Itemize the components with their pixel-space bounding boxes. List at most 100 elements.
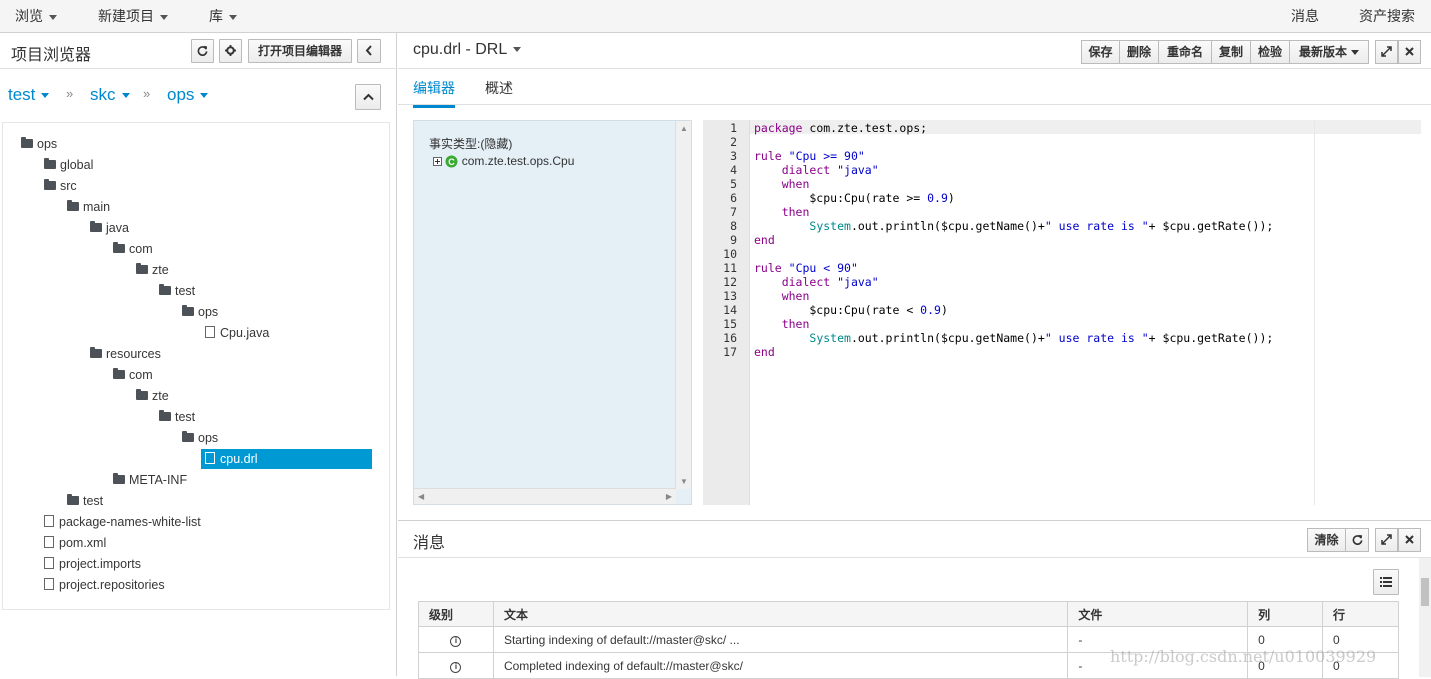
line-number: 8 (730, 219, 737, 233)
scroll-down-icon[interactable]: ▼ (680, 477, 688, 486)
line-number: 11 (723, 261, 737, 275)
tree-folder-item[interactable]: global (44, 155, 93, 175)
text-cell: Completed indexing of default://master@s… (492, 652, 1069, 679)
tree-folder-item[interactable]: test (159, 281, 195, 301)
breadcrumb-skc[interactable]: skc (90, 85, 130, 105)
column-picker-button[interactable] (1373, 569, 1399, 595)
column-header-line[interactable]: 行 (1322, 601, 1399, 627)
tree-file-item[interactable]: package-names-white-list (44, 512, 201, 532)
code-line[interactable]: $cpu:Cpu(rate < 0.9) (754, 303, 948, 317)
line-number: 10 (723, 247, 737, 261)
code-line[interactable]: then (754, 317, 810, 331)
code-line[interactable]: end (754, 345, 775, 359)
code-line[interactable]: rule "Cpu >= 90" (754, 149, 865, 163)
nav-messages[interactable]: 消息 (1291, 0, 1319, 32)
refresh-icon (197, 45, 208, 56)
vertical-scrollbar[interactable]: ▲ ▼ (675, 121, 691, 489)
level-cell: i (418, 626, 494, 653)
editor-title-label: cpu.drl - DRL (413, 41, 508, 58)
collapse-breadcrumb-button[interactable] (355, 84, 381, 110)
clear-button[interactable]: 清除 (1307, 528, 1346, 552)
nav-library[interactable]: 库 (209, 0, 237, 32)
panel-title: 项目浏览器 (11, 47, 92, 64)
tree-folder-item[interactable]: java (90, 218, 129, 238)
tree-item-label: com (129, 242, 153, 256)
tree-folder-item[interactable]: com (113, 239, 153, 259)
rename-button[interactable]: 重命名 (1159, 40, 1212, 64)
close-button[interactable] (1398, 40, 1421, 64)
refresh-button[interactable] (191, 39, 214, 63)
code-line[interactable]: rule "Cpu < 90" (754, 261, 858, 275)
settings-button[interactable] (219, 39, 242, 63)
tree-folder-item[interactable]: ops (21, 134, 57, 154)
code-editor[interactable]: 1 2 3 4 5 6 7 8 9 10 11 12 13 14 15 16 17 package com.zt… (703, 120, 1421, 505)
column-header-file[interactable]: 文件 (1067, 601, 1249, 627)
tree-folder-item[interactable]: main (67, 197, 110, 217)
maximize-button[interactable] (1375, 40, 1398, 64)
breadcrumb-ops[interactable]: ops (167, 85, 209, 105)
tree-item-label: ops (37, 137, 58, 151)
messages-scrollbar[interactable] (1419, 558, 1431, 677)
scroll-up-icon[interactable]: ▲ (680, 124, 688, 133)
open-project-editor-button[interactable]: 打开项目编辑器 (248, 39, 352, 63)
horizontal-scrollbar[interactable]: ◀ ▶ (414, 488, 676, 504)
tree-file-item[interactable]: project.repositories (44, 575, 165, 595)
code-line[interactable]: end (754, 233, 775, 247)
info-icon: i (450, 636, 462, 647)
fact-type-item[interactable]: C com.zte.test.ops.Cpu (433, 154, 574, 168)
scrollbar-thumb[interactable] (1421, 578, 1429, 606)
column-header-column[interactable]: 列 (1247, 601, 1324, 627)
tree-folder-item[interactable]: META-INF (113, 470, 187, 490)
file-icon (205, 326, 215, 338)
code-line[interactable]: package com.zte.test.ops; (754, 121, 927, 135)
tab-overview[interactable]: 概述 (485, 78, 513, 105)
close-messages-button[interactable] (1398, 528, 1421, 552)
code-line[interactable]: dialect "java" (754, 275, 879, 289)
code-line[interactable]: when (754, 177, 810, 191)
tree-file-item[interactable]: pom.xml (44, 533, 106, 553)
tree-file-item[interactable]: project.imports (44, 554, 141, 574)
tree-folder-item[interactable]: src (44, 176, 77, 196)
collapse-panel-button[interactable] (357, 39, 381, 63)
latest-version-dropdown[interactable]: 最新版本 (1290, 40, 1369, 64)
save-button[interactable]: 保存 (1081, 40, 1120, 64)
code-line[interactable]: $cpu:Cpu(rate >= 0.9) (754, 191, 954, 205)
tree-folder-item[interactable]: test (159, 407, 195, 427)
folder-icon (113, 242, 125, 253)
tree-file-item[interactable]: cpu.drl (201, 449, 372, 469)
tab-editor[interactable]: 编辑器 (413, 78, 455, 108)
breadcrumb-test[interactable]: test (8, 85, 50, 105)
scroll-right-icon[interactable]: ▶ (666, 492, 672, 501)
close-icon (1405, 535, 1414, 544)
code-line[interactable]: when (754, 289, 810, 303)
messages-header: 消息 清除 (398, 521, 1431, 558)
column-header-level[interactable]: 级别 (418, 601, 494, 627)
tree-folder-item[interactable]: zte (136, 386, 169, 406)
column-header-text[interactable]: 文本 (492, 601, 1069, 627)
code-line[interactable]: System.out.println($cpu.getName()+" use … (754, 331, 1273, 345)
refresh-messages-button[interactable] (1346, 528, 1369, 552)
maximize-messages-button[interactable] (1375, 528, 1398, 552)
copy-button[interactable]: 复制 (1212, 40, 1251, 64)
tree-folder-item[interactable]: resources (90, 344, 161, 364)
nav-asset-search[interactable]: 资产搜索 (1359, 0, 1415, 32)
tree-folder-item[interactable]: ops (182, 302, 218, 322)
code-line[interactable]: then (754, 205, 810, 219)
expand-plus-icon[interactable] (433, 157, 442, 167)
nav-browse[interactable]: 浏览 (15, 0, 57, 32)
tree-folder-item[interactable]: ops (182, 428, 218, 448)
refresh-icon (1352, 534, 1362, 545)
validate-button[interactable]: 检验 (1251, 40, 1290, 64)
code-line[interactable]: System.out.println($cpu.getName()+" use … (754, 219, 1273, 233)
tree-item-label: ops (198, 431, 219, 445)
tree-folder-item[interactable]: com (113, 365, 153, 385)
delete-button[interactable]: 删除 (1120, 40, 1159, 64)
tree-folder-item[interactable]: zte (136, 260, 169, 280)
folder-icon (90, 221, 102, 232)
scroll-left-icon[interactable]: ◀ (418, 492, 424, 501)
tree-folder-item[interactable]: test (67, 491, 103, 511)
tree-file-item[interactable]: Cpu.java (205, 323, 269, 343)
nav-new-item[interactable]: 新建项目 (98, 0, 168, 32)
editor-title[interactable]: cpu.drl - DRL (413, 41, 522, 59)
code-line[interactable]: dialect "java" (754, 163, 879, 177)
